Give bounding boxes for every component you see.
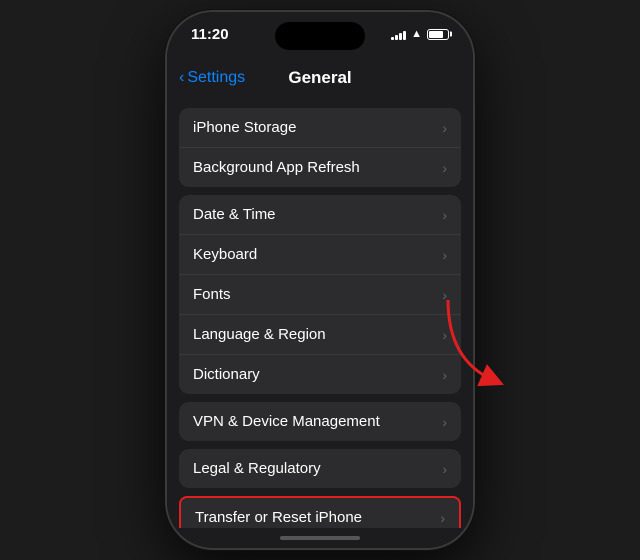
menu-item-fonts[interactable]: Fonts › — [179, 275, 461, 315]
menu-item-label: Background App Refresh — [193, 159, 360, 176]
section-group-4: Legal & Regulatory › — [179, 449, 461, 488]
phone-frame: 11:20 ▲ ‹ Settings General — [165, 10, 475, 550]
menu-item-label: Keyboard — [193, 246, 257, 263]
home-bar — [280, 536, 360, 540]
menu-item-label: Transfer or Reset iPhone — [195, 509, 362, 526]
menu-item-label: VPN & Device Management — [193, 413, 380, 430]
section-group-5: Transfer or Reset iPhone › — [179, 496, 461, 528]
dynamic-island — [275, 22, 365, 50]
chevron-icon: › — [442, 414, 447, 430]
status-bar: 11:20 ▲ — [167, 12, 473, 56]
section-group-2: Date & Time › Keyboard › Fonts › Languag… — [179, 195, 461, 394]
chevron-icon: › — [442, 287, 447, 303]
menu-item-language-region[interactable]: Language & Region › — [179, 315, 461, 355]
nav-title: General — [288, 68, 351, 88]
chevron-icon: › — [440, 510, 445, 526]
chevron-icon: › — [442, 247, 447, 263]
chevron-icon: › — [442, 367, 447, 383]
menu-item-legal[interactable]: Legal & Regulatory › — [179, 449, 461, 488]
back-button[interactable]: ‹ Settings — [179, 69, 245, 87]
back-chevron-icon: ‹ — [179, 69, 184, 87]
chevron-icon: › — [442, 120, 447, 136]
menu-item-label: Dictionary — [193, 366, 260, 383]
section-group-3: VPN & Device Management › — [179, 402, 461, 441]
back-label: Settings — [187, 69, 245, 87]
menu-item-label: iPhone Storage — [193, 119, 296, 136]
phone-screen: 11:20 ▲ ‹ Settings General — [167, 12, 473, 548]
wifi-icon: ▲ — [411, 28, 422, 40]
menu-item-dictionary[interactable]: Dictionary › — [179, 355, 461, 394]
content-area: iPhone Storage › Background App Refresh … — [167, 100, 473, 528]
chevron-icon: › — [442, 160, 447, 176]
nav-bar: ‹ Settings General — [167, 56, 473, 100]
home-indicator — [167, 528, 473, 548]
battery-icon — [427, 29, 449, 40]
section-group-1: iPhone Storage › Background App Refresh … — [179, 108, 461, 187]
menu-item-label: Language & Region — [193, 326, 326, 343]
menu-item-label: Fonts — [193, 286, 231, 303]
menu-item-date-time[interactable]: Date & Time › — [179, 195, 461, 235]
chevron-icon: › — [442, 461, 447, 477]
menu-item-background-app-refresh[interactable]: Background App Refresh › — [179, 148, 461, 187]
menu-item-iphone-storage[interactable]: iPhone Storage › — [179, 108, 461, 148]
menu-item-transfer-reset[interactable]: Transfer or Reset iPhone › — [181, 498, 459, 528]
menu-item-label: Date & Time — [193, 206, 276, 223]
menu-item-keyboard[interactable]: Keyboard › — [179, 235, 461, 275]
menu-item-label: Legal & Regulatory — [193, 460, 321, 477]
status-icons: ▲ — [391, 28, 449, 40]
status-time: 11:20 — [191, 26, 229, 43]
signal-icon — [391, 29, 406, 40]
menu-item-vpn[interactable]: VPN & Device Management › — [179, 402, 461, 441]
chevron-icon: › — [442, 207, 447, 223]
chevron-icon: › — [442, 327, 447, 343]
